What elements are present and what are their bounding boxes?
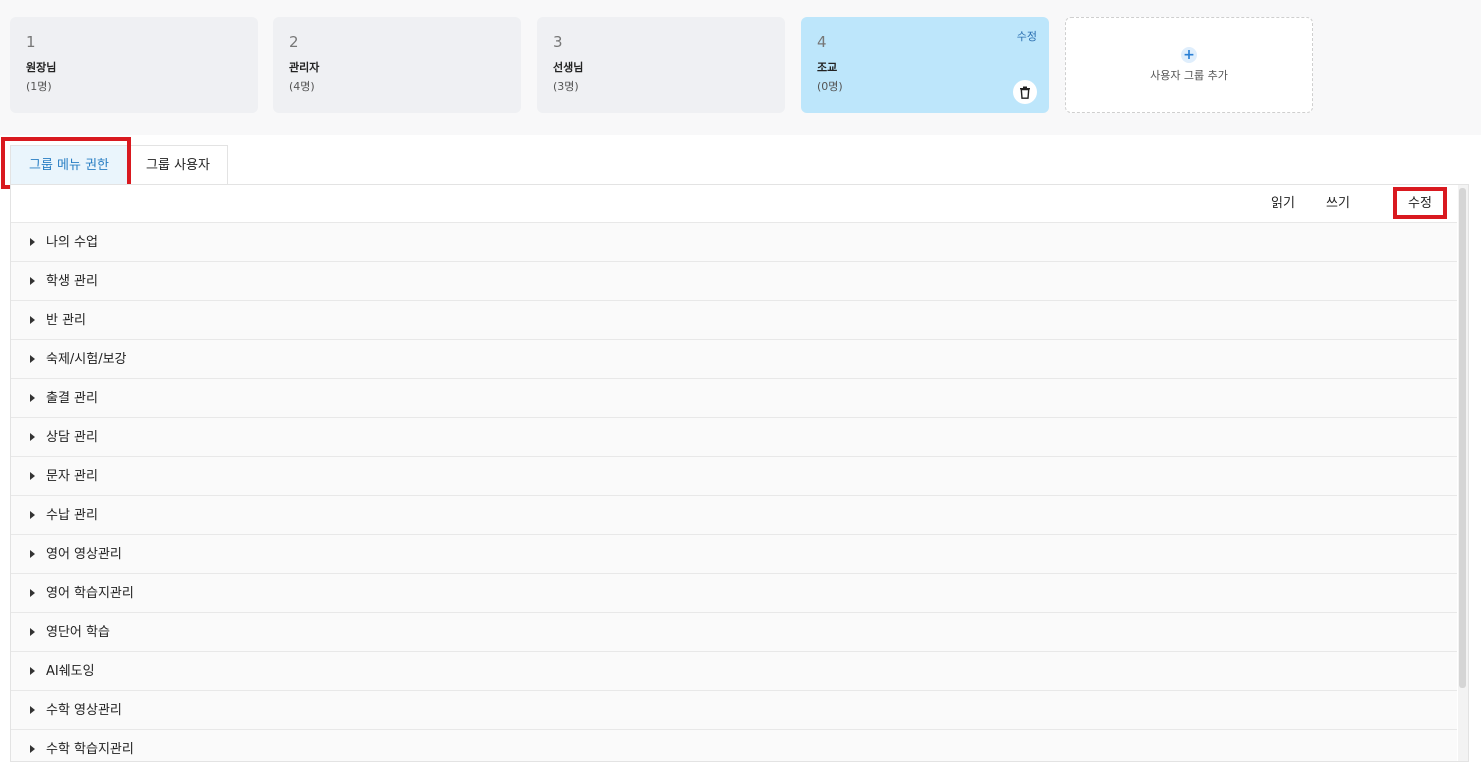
group-number: 3 bbox=[553, 33, 563, 51]
triangle-right-icon bbox=[30, 433, 35, 441]
triangle-right-icon bbox=[30, 589, 35, 597]
add-user-group-button[interactable]: + 사용자 그룹 추가 bbox=[1065, 17, 1313, 113]
triangle-right-icon bbox=[30, 706, 35, 714]
group-edit-link[interactable]: 수정 bbox=[1017, 28, 1037, 44]
group-name: 관리자 bbox=[289, 61, 320, 74]
menu-row[interactable]: 영어 학습지관리 bbox=[11, 574, 1457, 613]
menu-row-label: 상담 관리 bbox=[46, 430, 98, 445]
menu-row-label: 나의 수업 bbox=[46, 235, 98, 250]
triangle-right-icon bbox=[30, 511, 35, 519]
group-member-count: (0명) bbox=[817, 80, 843, 93]
triangle-right-icon bbox=[30, 667, 35, 675]
group-card-2[interactable]: 2 관리자 (4명) bbox=[273, 17, 521, 113]
menu-row-label: 학생 관리 bbox=[46, 274, 98, 289]
permission-table-header: 읽기 쓰기 수정 bbox=[11, 185, 1457, 223]
group-name: 원장님 bbox=[26, 61, 57, 74]
user-group-cards: 1 원장님 (1명) 2 관리자 (4명) 3 선생님 (3명) 4 조교 (0… bbox=[0, 0, 1481, 135]
menu-row[interactable]: 문자 관리 bbox=[11, 457, 1457, 496]
triangle-right-icon bbox=[30, 472, 35, 480]
group-member-count: (1명) bbox=[26, 80, 52, 93]
triangle-right-icon bbox=[30, 277, 35, 285]
group-card-1[interactable]: 1 원장님 (1명) bbox=[10, 17, 258, 113]
highlight-box bbox=[1, 137, 131, 189]
menu-row-label: 수학 영상관리 bbox=[46, 703, 122, 718]
menu-row[interactable]: 수납 관리 bbox=[11, 496, 1457, 535]
menu-row[interactable]: 나의 수업 bbox=[11, 223, 1457, 262]
group-card-3[interactable]: 3 선생님 (3명) bbox=[537, 17, 785, 113]
menu-row-label: 반 관리 bbox=[46, 313, 87, 328]
menu-row-label: 수납 관리 bbox=[46, 508, 98, 523]
menu-row[interactable]: 숙제/시험/보강 bbox=[11, 340, 1457, 379]
menu-row[interactable]: 학생 관리 bbox=[11, 262, 1457, 301]
menu-row-label: 문자 관리 bbox=[46, 469, 98, 484]
group-number: 4 bbox=[817, 33, 827, 51]
triangle-right-icon bbox=[30, 550, 35, 558]
vertical-scrollbar[interactable] bbox=[1458, 185, 1468, 761]
group-member-count: (4명) bbox=[289, 80, 315, 93]
triangle-right-icon bbox=[30, 316, 35, 324]
add-user-group-label: 사용자 그룹 추가 bbox=[1150, 69, 1228, 82]
scrollbar-thumb[interactable] bbox=[1459, 188, 1466, 688]
menu-row[interactable]: 수학 영상관리 bbox=[11, 691, 1457, 730]
menu-permission-panel: 읽기 쓰기 수정 나의 수업 학생 관리 반 관리 숙제/시험/보강 출결 관리… bbox=[10, 184, 1469, 762]
triangle-right-icon bbox=[30, 394, 35, 402]
menu-row[interactable]: AI쉐도잉 bbox=[11, 652, 1457, 691]
group-member-count: (3명) bbox=[553, 80, 579, 93]
tab-group-users[interactable]: 그룹 사용자 bbox=[128, 145, 228, 184]
menu-row[interactable]: 영어 영상관리 bbox=[11, 535, 1457, 574]
menu-permission-list: 나의 수업 학생 관리 반 관리 숙제/시험/보강 출결 관리 상담 관리 문자… bbox=[11, 223, 1457, 761]
menu-row[interactable]: 영단어 학습 bbox=[11, 613, 1457, 652]
read-column-header: 읽기 bbox=[1271, 196, 1295, 211]
plus-icon: + bbox=[1181, 47, 1197, 63]
triangle-right-icon bbox=[30, 238, 35, 246]
group-card-4[interactable]: 4 조교 (0명) 수정 bbox=[801, 17, 1049, 113]
group-name: 선생님 bbox=[553, 61, 584, 74]
menu-row-label: 숙제/시험/보강 bbox=[46, 352, 127, 367]
triangle-right-icon bbox=[30, 745, 35, 753]
menu-row-label: 수학 학습지관리 bbox=[46, 742, 134, 757]
delete-group-button[interactable] bbox=[1013, 80, 1037, 104]
menu-row-label: 영단어 학습 bbox=[46, 625, 110, 640]
menu-row-label: 출결 관리 bbox=[46, 391, 98, 406]
menu-row-label: AI쉐도잉 bbox=[46, 664, 95, 679]
group-name: 조교 bbox=[817, 61, 838, 74]
group-number: 2 bbox=[289, 33, 299, 51]
triangle-right-icon bbox=[30, 355, 35, 363]
menu-row[interactable]: 수학 학습지관리 bbox=[11, 730, 1457, 761]
menu-row[interactable]: 출결 관리 bbox=[11, 379, 1457, 418]
trash-icon bbox=[1020, 86, 1030, 99]
write-column-header: 쓰기 bbox=[1326, 196, 1350, 211]
menu-row[interactable]: 상담 관리 bbox=[11, 418, 1457, 457]
menu-row-label: 영어 영상관리 bbox=[46, 547, 122, 562]
triangle-right-icon bbox=[30, 628, 35, 636]
highlight-box bbox=[1393, 187, 1447, 219]
menu-row-label: 영어 학습지관리 bbox=[46, 586, 134, 601]
menu-row[interactable]: 반 관리 bbox=[11, 301, 1457, 340]
group-number: 1 bbox=[26, 33, 36, 51]
